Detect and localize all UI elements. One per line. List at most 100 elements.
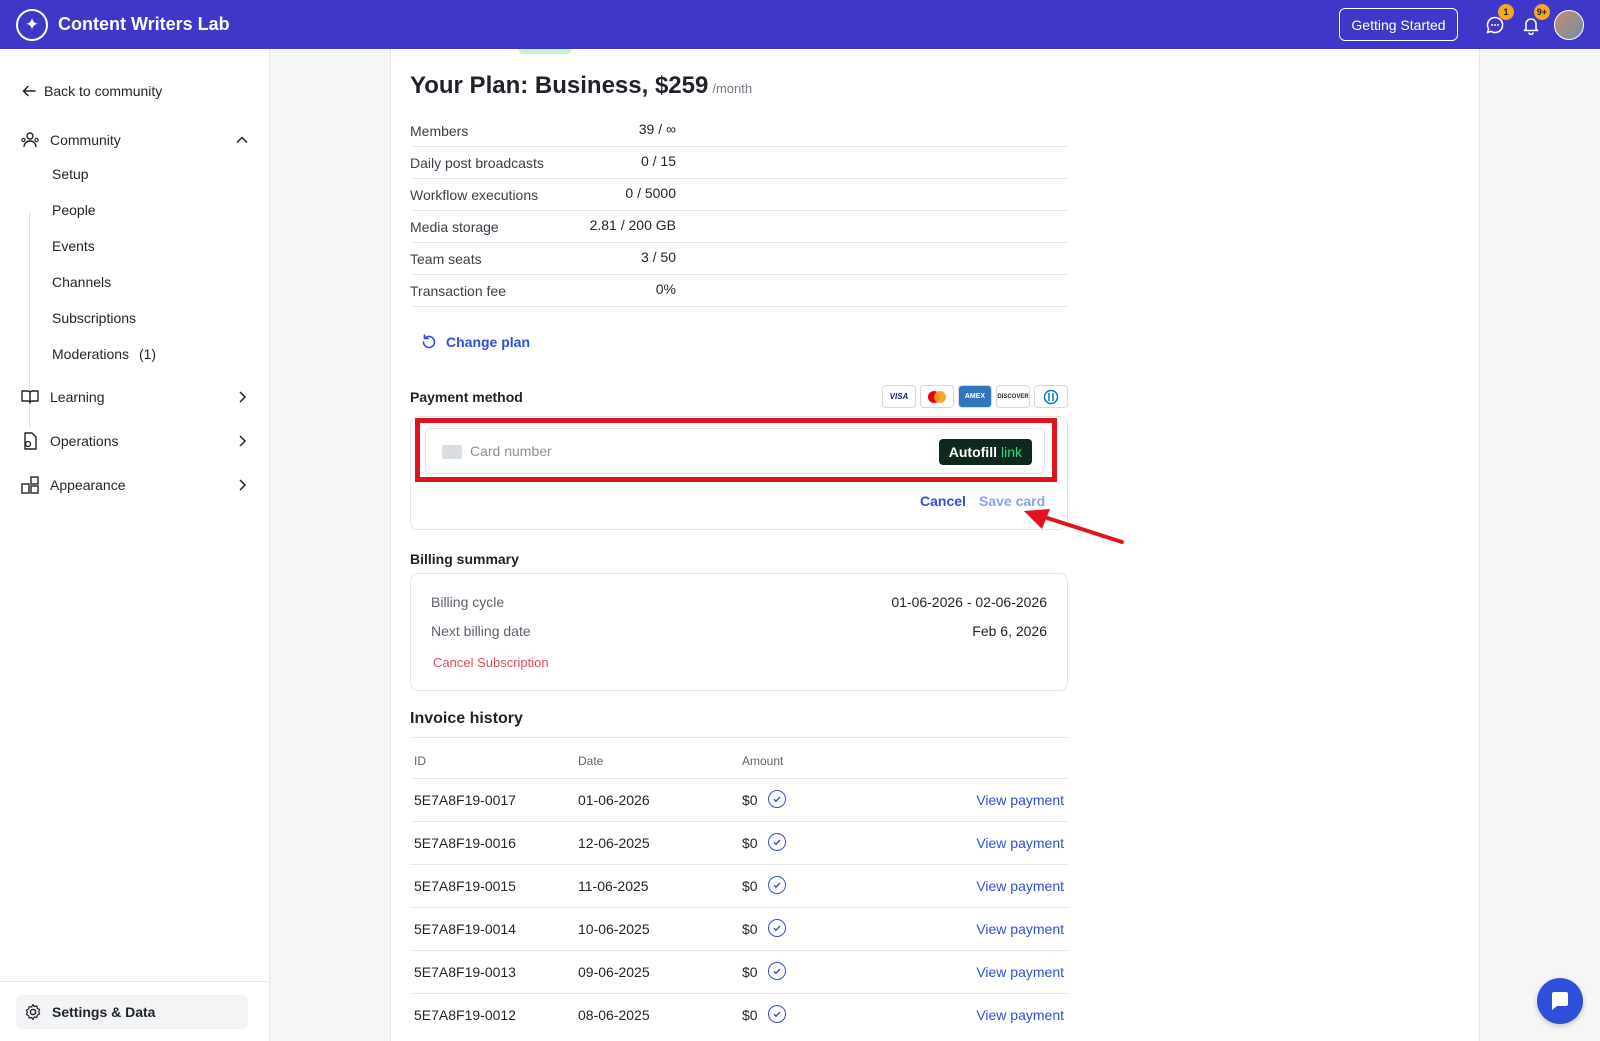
cancel-subscription-link[interactable]: Cancel Subscription	[433, 655, 549, 670]
messages-badge: 1	[1498, 4, 1514, 20]
column-header-amount: Amount	[742, 754, 784, 768]
annotation-arrow-icon	[1024, 509, 1124, 544]
chevron-up-icon[interactable]	[234, 132, 250, 148]
sidebar-item-moderations[interactable]: Moderations (1)	[52, 346, 156, 362]
sidebar-divider	[0, 981, 269, 982]
settings-data-button[interactable]: Settings & Data	[16, 995, 248, 1029]
refresh-icon	[422, 334, 436, 349]
change-plan-link[interactable]: Change plan	[420, 333, 530, 351]
chevron-right-icon[interactable]	[234, 389, 250, 405]
table-row: 5E7A8F19-0016 12-06-2025 $0 View payment	[410, 821, 1068, 864]
invoice-date: 01-06-2026	[578, 792, 650, 808]
billing-cycle-value: 01-06-2026 - 02-06-2026	[891, 594, 1047, 610]
mastercard-icon	[920, 385, 954, 408]
moderations-label: Moderations	[52, 346, 130, 362]
usage-label: Members	[410, 123, 469, 139]
invoice-amount: $0	[742, 964, 758, 980]
next-billing-label: Next billing date	[431, 623, 531, 639]
user-avatar[interactable]	[1554, 10, 1584, 40]
invoice-date: 11-06-2025	[578, 878, 649, 894]
sidebar-item-people[interactable]: People	[52, 202, 96, 218]
messages-button[interactable]: 1	[1482, 4, 1514, 38]
appearance-label: Appearance	[50, 477, 126, 493]
table-row: 5E7A8F19-0013 09-06-2025 $0 View payment	[410, 950, 1068, 993]
arrow-left-icon	[22, 85, 36, 97]
sidebar: Back to community Community Setup People…	[0, 49, 270, 1041]
usage-row: Media storage 2.81 / 200 GB	[410, 211, 1068, 243]
invoice-id: 5E7A8F19-0013	[414, 964, 516, 980]
plan-name: Your Plan: Business, $259	[410, 72, 709, 99]
operations-label: Operations	[50, 433, 119, 449]
usage-label: Team seats	[410, 251, 482, 267]
chevron-right-icon[interactable]	[234, 477, 250, 493]
visa-icon: VISA	[882, 385, 916, 408]
view-payment-link[interactable]: View payment	[976, 1007, 1064, 1023]
discover-icon: DISCOVER	[996, 385, 1030, 408]
table-row: 5E7A8F19-0014 10-06-2025 $0 View payment	[410, 907, 1068, 950]
gear-icon	[25, 1003, 41, 1021]
invoice-id: 5E7A8F19-0015	[414, 878, 516, 894]
paid-check-icon	[768, 962, 786, 980]
column-header-date: Date	[578, 754, 604, 768]
amex-icon: AMEX	[958, 385, 992, 408]
plan-period: /month	[712, 81, 753, 96]
sidebar-item-events[interactable]: Events	[52, 238, 95, 254]
invoice-date: 10-06-2025	[578, 921, 650, 937]
community-icon	[20, 130, 40, 150]
appearance-icon	[20, 475, 40, 495]
notifications-badge: 9+	[1533, 4, 1550, 20]
invoice-date: 12-06-2025	[578, 835, 650, 851]
payment-method-label: Payment method	[410, 389, 523, 405]
sidebar-item-setup[interactable]: Setup	[52, 166, 89, 182]
nav-learning[interactable]: Learning	[20, 387, 250, 407]
view-payment-link[interactable]: View payment	[976, 792, 1064, 808]
usage-row: Members 39 / ∞	[410, 115, 1068, 147]
invoice-amount: $0	[742, 835, 758, 851]
nav-appearance[interactable]: Appearance	[20, 475, 250, 495]
invoice-amount: $0	[742, 792, 758, 808]
paid-check-icon	[768, 876, 786, 894]
view-payment-link[interactable]: View payment	[976, 964, 1064, 980]
change-plan-label: Change plan	[446, 334, 531, 350]
back-to-community-link[interactable]: Back to community	[22, 83, 162, 99]
paid-check-icon	[768, 1005, 786, 1023]
cancel-button[interactable]: Cancel	[920, 493, 966, 509]
operations-icon	[20, 431, 40, 451]
diners-icon	[1034, 385, 1068, 408]
nav-operations[interactable]: Operations	[20, 431, 250, 451]
logo-icon[interactable]: ✦	[16, 8, 48, 41]
invoice-amount: $0	[742, 921, 758, 937]
invoice-history-title: Invoice history	[410, 710, 523, 727]
sidebar-item-channels[interactable]: Channels	[52, 274, 111, 290]
getting-started-button[interactable]: Getting Started	[1339, 8, 1458, 41]
notifications-button[interactable]: 9+	[1518, 4, 1550, 38]
usage-label: Daily post broadcasts	[410, 155, 544, 171]
usage-label: Transaction fee	[410, 283, 506, 299]
usage-value: 2.81 / 200 GB	[589, 217, 676, 233]
column-header-id: ID	[414, 754, 426, 768]
sidebar-item-subscriptions[interactable]: Subscriptions	[52, 310, 136, 326]
usage-label: Workflow executions	[410, 187, 539, 203]
chat-widget-button[interactable]	[1537, 978, 1583, 1024]
table-row: 5E7A8F19-0015 11-06-2025 $0 View payment	[410, 864, 1068, 907]
view-payment-link[interactable]: View payment	[976, 921, 1064, 937]
back-label: Back to community	[44, 83, 163, 99]
paid-check-icon	[768, 919, 786, 937]
invoice-id: 5E7A8F19-0016	[414, 835, 516, 851]
chevron-right-icon[interactable]	[234, 433, 250, 449]
table-row: 5E7A8F19-0012 08-06-2025 $0 View payment	[410, 993, 1068, 1036]
invoice-id: 5E7A8F19-0017	[414, 792, 516, 808]
usage-row: Team seats 3 / 50	[410, 243, 1068, 275]
app-title[interactable]: Content Writers Lab	[58, 14, 230, 35]
view-payment-link[interactable]: View payment	[976, 835, 1064, 851]
invoice-date: 08-06-2025	[578, 1007, 650, 1023]
usage-value: 0 / 15	[640, 153, 676, 169]
settings-label: Settings & Data	[52, 1004, 156, 1020]
nav-community[interactable]: Community	[20, 130, 250, 150]
book-icon	[20, 387, 40, 407]
usage-label: Media storage	[410, 219, 499, 235]
learning-label: Learning	[50, 389, 105, 405]
invoice-id: 5E7A8F19-0014	[414, 921, 516, 937]
invoice-amount: $0	[742, 878, 758, 894]
view-payment-link[interactable]: View payment	[976, 878, 1064, 894]
